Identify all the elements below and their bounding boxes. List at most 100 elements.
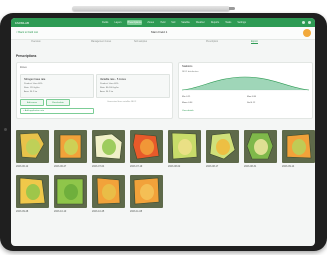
back-link[interactable]: < Back to Field List	[16, 31, 38, 34]
nav-item-soil[interactable]: Soil	[170, 20, 176, 25]
field-thumbnail[interactable]	[130, 175, 163, 208]
stat-mean: Mean 0.54	[182, 102, 192, 104]
nav-item-fields[interactable]: Fields	[101, 20, 109, 25]
field-zone-secondary	[102, 139, 116, 155]
tab-soil-samples[interactable]: Soil samples	[134, 41, 147, 43]
stylus-tip	[229, 7, 235, 10]
stat-value: 0.21	[186, 96, 191, 98]
statistics-subtitle: NDVI distribution	[182, 71, 199, 73]
statistics-title: Statistics	[182, 65, 193, 68]
zone-card-line: Area: 34.2 ha	[24, 91, 38, 93]
field-thumbnail[interactable]	[16, 175, 49, 208]
add-rate-button[interactable]: + Add application rate	[20, 108, 94, 114]
field-thumbnail[interactable]	[168, 130, 201, 163]
field-map-image	[96, 177, 121, 205]
field-zone-secondary	[254, 139, 268, 155]
tab-overview[interactable]: Overview	[31, 41, 41, 43]
user-icon[interactable]	[308, 21, 311, 24]
tab-prescription[interactable]: Prescription	[206, 41, 218, 43]
field-map-image	[56, 178, 84, 205]
field-zone-secondary	[140, 139, 154, 155]
field-thumbnail[interactable]	[130, 130, 163, 163]
nav-item-reports[interactable]: Reports	[210, 20, 220, 25]
field-map-image	[171, 132, 198, 160]
nav-item-tasks[interactable]: Tasks	[224, 20, 232, 25]
field-map-image	[246, 132, 274, 160]
nav-item-settings[interactable]: Settings	[236, 20, 247, 25]
stat-value: 0.54	[188, 102, 193, 104]
field-thumbnail[interactable]	[54, 175, 87, 208]
zone-card-title: Nitrogen base rate	[24, 78, 46, 81]
nav-item-yield[interactable]: Yield	[159, 20, 166, 25]
field-map-image	[133, 177, 160, 205]
zone-card-1[interactable]: Nitrogen base rate Product: Urea 46% Rat…	[20, 74, 94, 98]
field-map-image	[209, 132, 236, 160]
field-map-image	[94, 133, 123, 160]
stat-value: 0.12	[250, 102, 256, 104]
zone-card-line: Rate: 120 kg/ha	[24, 87, 40, 89]
nav-item-layers[interactable]: Layers	[113, 20, 122, 25]
edit-zones-button[interactable]: Edit zones	[20, 99, 44, 106]
field-zone-secondary	[292, 139, 306, 155]
nav-list: Fields Layers Prescriptions Zones Yield Soil S…	[101, 20, 247, 25]
thumbnail-label: 2023-08-02	[168, 165, 181, 168]
thumbnail-label: 2023-07-19	[130, 165, 143, 168]
tab-management-zones[interactable]: Management zones	[91, 41, 111, 43]
thumbnail-label: 2023-09-14	[282, 165, 295, 168]
thumbnail-label: 2023-11-08	[130, 210, 143, 213]
field-thumbnail[interactable]	[244, 130, 277, 163]
tablet-frame: FARMLAB Fields Layers Prescriptions Zones Yi…	[0, 13, 327, 251]
field-thumbnail[interactable]	[16, 130, 49, 163]
stat-std: Std 0.12	[247, 102, 255, 104]
field-thumbnail[interactable]	[54, 130, 87, 163]
thumbnail-label: 2023-08-17	[206, 165, 219, 168]
thumbnail-label: 2023-06-12	[16, 165, 29, 168]
field-map-image	[19, 177, 46, 205]
zone-card-line: Product: Urea 46%	[24, 83, 43, 85]
ndvi-distribution-curve	[182, 76, 309, 91]
nav-item-zones[interactable]: Zones	[146, 20, 155, 25]
zone-card-2[interactable]: Variable rate - 5 zones Product: Urea 46…	[96, 74, 170, 98]
top-navigation: FARMLAB Fields Layers Prescriptions Zones Yi…	[11, 18, 315, 27]
sub-header: < Back to Field List Main Field 1	[11, 27, 315, 40]
notifications-icon[interactable]	[302, 21, 305, 24]
zones-panel-label: Zones	[20, 66, 27, 69]
field-zone-secondary	[26, 184, 40, 200]
field-zone-secondary	[216, 139, 230, 155]
field-thumbnail[interactable]	[206, 130, 239, 163]
zones-panel: Zones Nitrogen base rate Product: Urea 4…	[16, 62, 173, 119]
field-map-image	[132, 133, 160, 160]
thumbnail-label: 2023-10-25	[92, 210, 105, 213]
field-zone-secondary	[102, 184, 116, 200]
field-thumbnail[interactable]	[282, 130, 315, 163]
field-map-image	[59, 134, 82, 159]
field-zone-secondary	[64, 139, 78, 155]
stat-label: Min	[182, 96, 186, 98]
view-details-link[interactable]: View details	[182, 110, 194, 112]
thumbnail-label: 2023-08-31	[244, 165, 257, 168]
field-thumbnail[interactable]	[92, 175, 125, 208]
zones-note: Generated from satellite NDVI	[107, 101, 137, 103]
nav-item-weather[interactable]: Weather	[195, 20, 206, 25]
zone-card-line: Product: Urea 46%	[100, 83, 119, 85]
avatar[interactable]	[303, 29, 311, 37]
zone-card-line: Rate: 80-160 kg/ha	[100, 87, 119, 89]
stylus	[72, 6, 235, 11]
curve-area	[182, 77, 309, 90]
camera	[4, 128, 7, 131]
app-brand[interactable]: FARMLAB	[15, 21, 75, 25]
tab-export[interactable]: Export	[251, 41, 258, 44]
zone-card-title: Variable rate - 5 zones	[100, 78, 126, 81]
field-zone-secondary	[26, 139, 40, 155]
nav-item-satellite[interactable]: Satellite	[180, 20, 191, 25]
recalculate-button[interactable]: Recalculate	[46, 99, 70, 106]
stat-label: Std	[247, 102, 251, 104]
field-zone-secondary	[64, 184, 78, 200]
thumbnail-label: 2023-10-10	[54, 210, 67, 213]
field-thumbnail[interactable]	[92, 130, 125, 163]
stat-label: Max	[247, 96, 252, 98]
stat-max: Max 0.86	[247, 96, 256, 98]
nav-item-prescriptions[interactable]: Prescriptions	[126, 20, 143, 25]
tab-bar: Overview Management zones Soil samples Pres…	[11, 40, 315, 46]
stat-label: Mean	[182, 102, 188, 104]
